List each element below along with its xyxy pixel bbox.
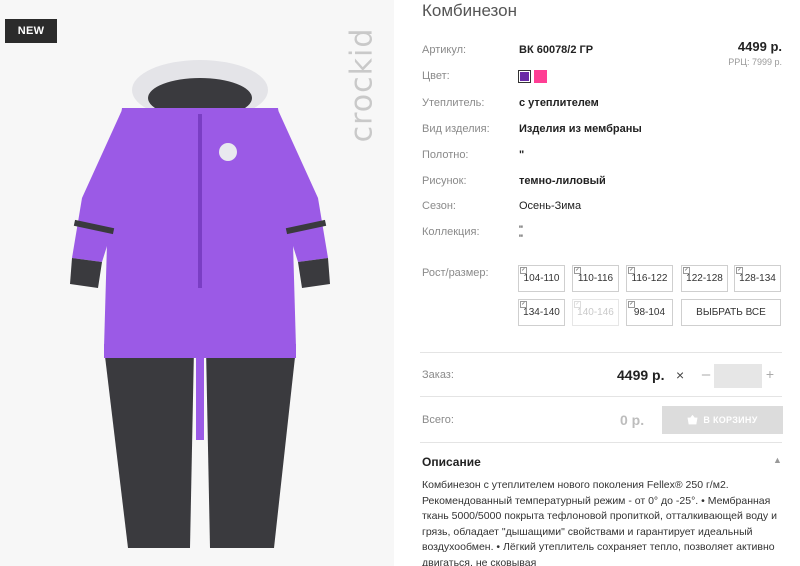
size-option[interactable]: ✓ 134-140	[518, 299, 565, 326]
quantity-decrease-button[interactable]: –	[700, 366, 712, 383]
divider	[420, 396, 782, 397]
attr-value: ВК 60078/2 ГР	[519, 44, 594, 56]
cart-icon	[687, 415, 698, 425]
attr-value: " "	[519, 224, 523, 245]
size-option[interactable]: ✓ 128-134	[734, 265, 781, 292]
size-option-label: 104-110	[523, 273, 560, 284]
product-details: Комбинезон 4499 р. РРЦ: 7999 р. Артикул:…	[420, 0, 800, 566]
size-option-label: 116-122	[631, 273, 668, 284]
size-checkbox-icon: ✓	[736, 267, 743, 274]
attr-label: Артикул:	[422, 44, 467, 56]
order-price: 4499 р.	[617, 367, 665, 383]
select-all-sizes-button[interactable]: ВЫБРАТЬ ВСЕ	[681, 299, 781, 326]
snowsuit-image	[70, 60, 330, 548]
size-option[interactable]: ✓ 98-104	[626, 299, 673, 326]
attr-label: Полотно:	[422, 149, 469, 161]
quantity-increase-button[interactable]: +	[764, 366, 776, 382]
size-checkbox-icon: ✓	[683, 267, 690, 274]
attr-label: Сезон:	[422, 200, 456, 212]
product-photo[interactable]: NEW crockid	[0, 0, 394, 566]
clear-order-icon[interactable]: ×	[676, 367, 684, 383]
add-to-cart-label: В КОРЗИНУ	[703, 415, 758, 425]
attr-label: Утеплитель:	[422, 97, 485, 109]
description-title[interactable]: Описание	[422, 455, 481, 469]
total-value: 0 р.	[620, 412, 645, 428]
size-option-label: 128-134	[739, 273, 776, 284]
size-checkbox-icon: ✓	[628, 301, 635, 308]
size-option-disabled: ✓ 140-146	[572, 299, 619, 326]
size-checkbox-icon: ✓	[574, 267, 581, 274]
pink-swatch[interactable]	[534, 70, 547, 83]
attr-value: темно-лиловый	[519, 175, 606, 187]
size-option-label: 122-128	[686, 273, 723, 284]
attr-label: Коллекция:	[422, 226, 480, 238]
size-option[interactable]: ✓ 122-128	[681, 265, 728, 292]
size-checkbox-icon: ✓	[520, 301, 527, 308]
product-title: Комбинезон	[422, 1, 518, 20]
size-option[interactable]: ✓ 110-116	[572, 265, 619, 292]
size-option-label: 140-146	[577, 307, 614, 318]
size-option[interactable]: ✓ 116-122	[626, 265, 673, 292]
brand-logo-text: crockid	[344, 27, 380, 143]
new-badge: NEW	[5, 19, 57, 43]
attr-value: Осень-Зима	[519, 200, 582, 212]
size-checkbox-icon: ✓	[520, 267, 527, 274]
attr-value: Изделия из мембраны	[519, 123, 642, 135]
size-option-label: 98-104	[633, 307, 666, 318]
description-text: Комбинезон с утеплителем нового поколени…	[422, 479, 777, 566]
size-option-label: 134-140	[523, 307, 560, 318]
product-rrp: РРЦ: 7999 р.	[728, 57, 782, 67]
total-label: Всего:	[422, 414, 454, 426]
collapse-caret-icon[interactable]: ▲	[773, 455, 782, 465]
divider	[420, 442, 782, 443]
brand-logo: crockid	[340, 10, 384, 160]
attr-label: Вид изделия:	[422, 123, 490, 135]
attr-value: с утеплителем	[519, 97, 599, 109]
violet-swatch[interactable]	[518, 70, 531, 83]
attr-label: Рисунок:	[422, 175, 467, 187]
attr-value: "	[519, 149, 525, 161]
size-checkbox-icon: ✓	[574, 301, 581, 308]
size-checkbox-icon: ✓	[628, 267, 635, 274]
divider	[420, 352, 782, 353]
product-price: 4499 р.	[737, 39, 782, 54]
add-to-cart-button[interactable]: В КОРЗИНУ	[662, 406, 783, 434]
attr-label: Цвет:	[422, 70, 450, 82]
size-option[interactable]: ✓ 104-110	[518, 265, 565, 292]
size-label: Рост/размер:	[422, 267, 489, 279]
quantity-input[interactable]	[714, 364, 762, 388]
size-option-label: 110-116	[577, 273, 614, 284]
order-label: Заказ:	[422, 369, 454, 381]
